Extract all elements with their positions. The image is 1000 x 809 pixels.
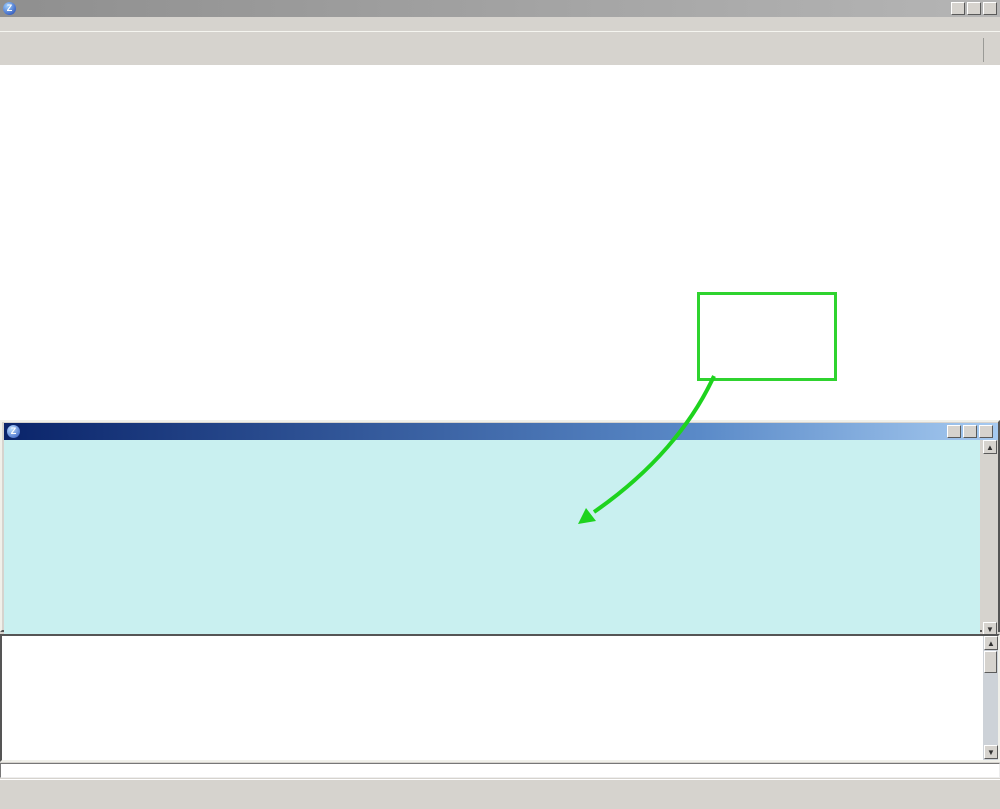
transit-maximize-button[interactable] bbox=[963, 425, 977, 438]
transit-timeline-grid[interactable] bbox=[4, 440, 980, 637]
scrollbar-thumb[interactable] bbox=[984, 651, 997, 673]
toolbar-overflow-chevron[interactable] bbox=[983, 38, 989, 62]
toolbar bbox=[0, 31, 1000, 67]
zet-application-window: { "window": { "title": "ZET 9.2.16 Lite … bbox=[0, 0, 1000, 808]
transit-aspects-window: Z ▲ ▼ bbox=[0, 420, 1000, 632]
grid-vertical-scrollbar[interactable]: ▲ ▼ bbox=[982, 440, 998, 637]
status-bar bbox=[0, 779, 1000, 809]
text-vertical-scrollbar[interactable]: ▲ ▼ bbox=[983, 636, 998, 760]
interpretation-text-panel[interactable]: ▲ ▼ bbox=[0, 634, 1000, 762]
main-title-bar[interactable]: Z bbox=[0, 0, 1000, 17]
annotation-note-box bbox=[697, 292, 837, 381]
app-icon: Z bbox=[3, 2, 16, 15]
menu-bar bbox=[0, 17, 1000, 31]
maximize-button[interactable] bbox=[967, 2, 981, 15]
scroll-down-button[interactable]: ▼ bbox=[984, 745, 998, 759]
transit-window-title-bar[interactable]: Z bbox=[4, 423, 998, 440]
chart-workspace bbox=[0, 65, 1000, 420]
transit-close-button[interactable] bbox=[979, 425, 993, 438]
transit-window-icon: Z bbox=[7, 425, 20, 438]
scroll-up-button[interactable]: ▲ bbox=[984, 636, 998, 650]
minimize-button[interactable] bbox=[951, 2, 965, 15]
close-button[interactable] bbox=[983, 2, 997, 15]
scroll-up-button[interactable]: ▲ bbox=[983, 440, 997, 454]
transit-minimize-button[interactable] bbox=[947, 425, 961, 438]
transit-range-status-line bbox=[0, 763, 1000, 778]
